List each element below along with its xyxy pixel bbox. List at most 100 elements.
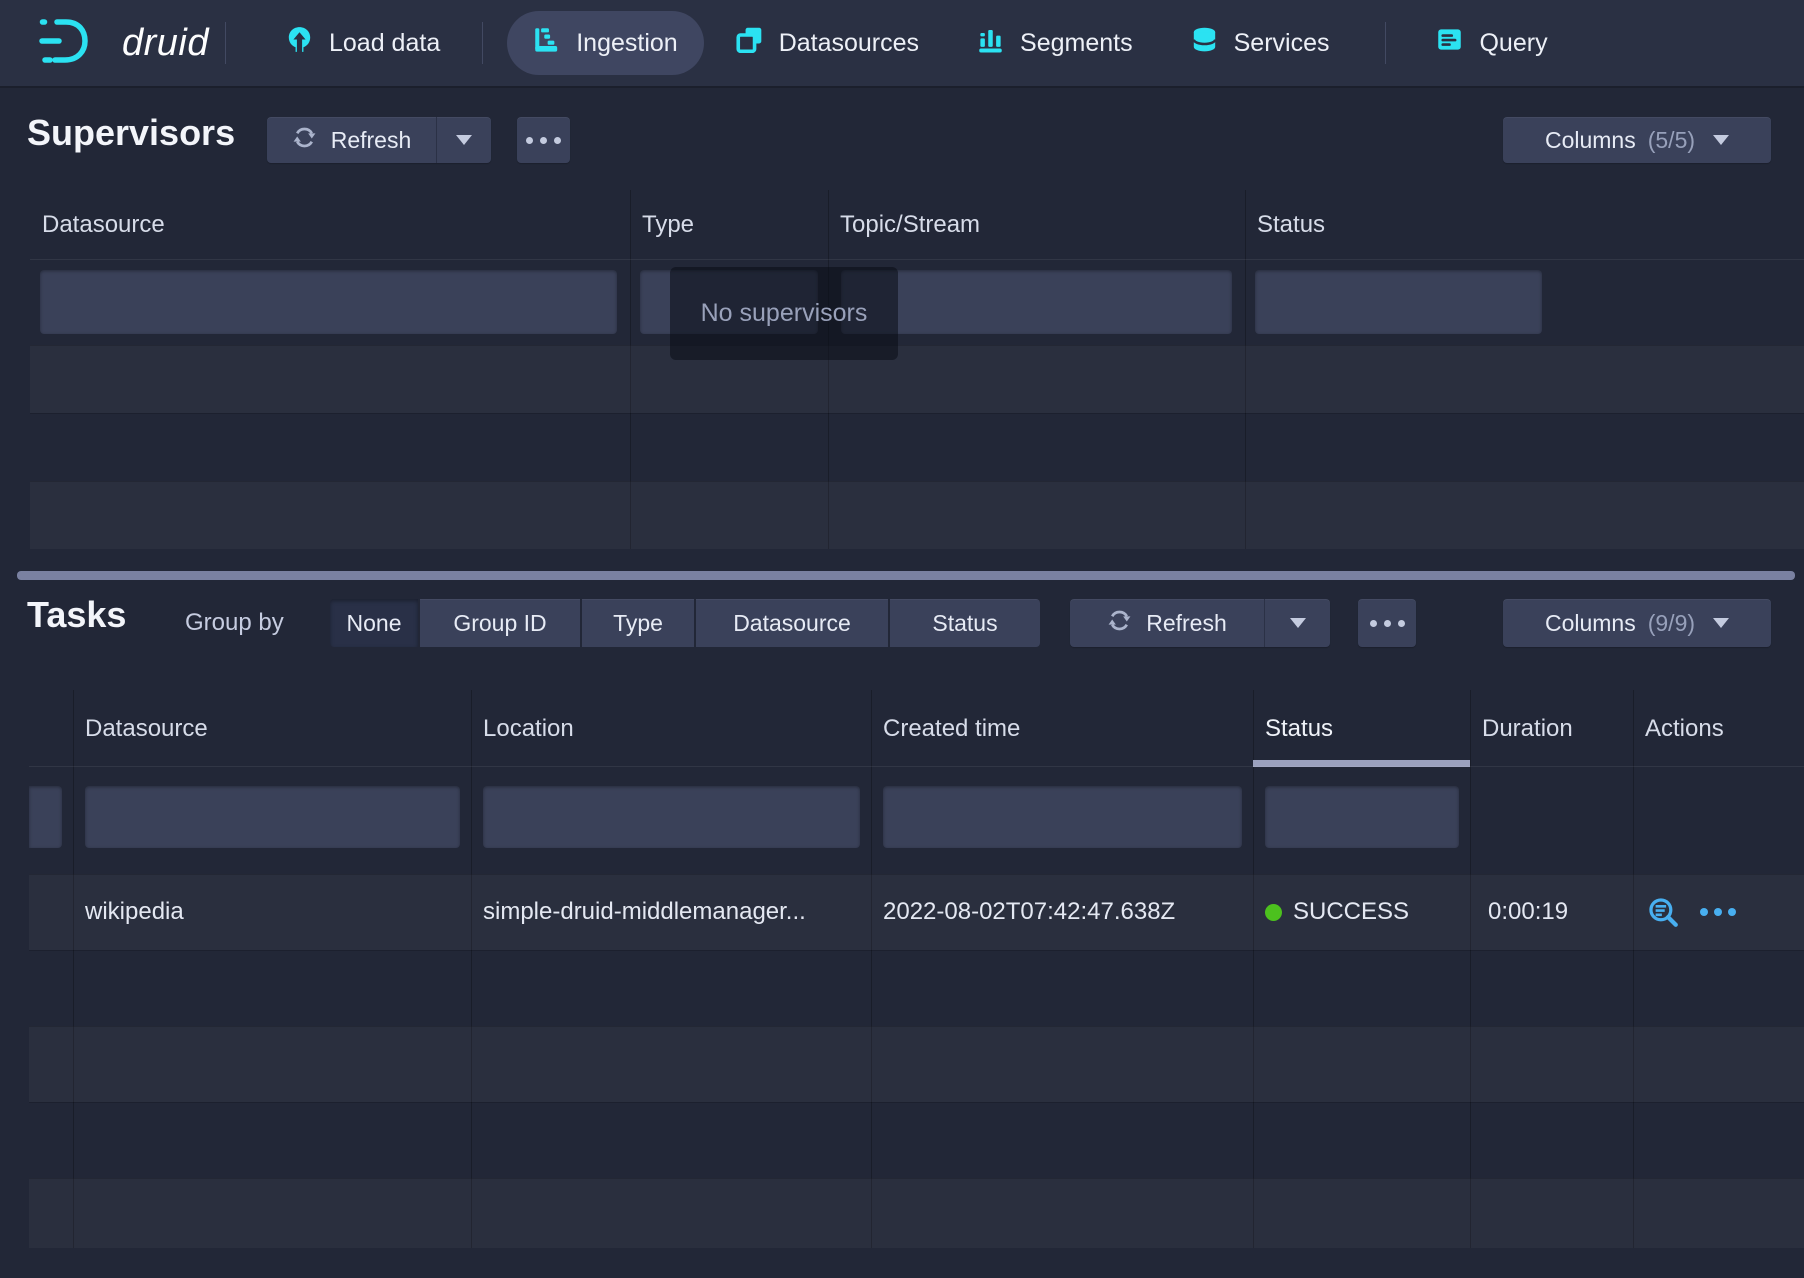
group-by-group-id-button[interactable]: Group ID [420,599,580,647]
filter-input-location[interactable] [483,786,860,848]
tasks-refresh-split: Refresh [1070,599,1330,647]
column-divider [1253,690,1254,1248]
nav-item-datasources[interactable]: Datasources [710,11,945,75]
nav-item-label: Ingestion [576,29,677,58]
druid-logo-icon [36,17,108,70]
tasks-more-button[interactable] [1358,599,1416,647]
supervisors-refresh-button[interactable]: Refresh [267,117,436,163]
filter-input-partial[interactable] [29,786,62,848]
table-row [30,345,1804,413]
header-divider [29,766,1804,767]
row-divider [29,1102,1804,1103]
nav-item-label: Datasources [779,29,919,58]
column-divider [1470,690,1471,1248]
nav-item-label: Load data [329,29,440,58]
nav-item-services[interactable]: Services [1165,11,1356,75]
refresh-label: Refresh [1146,610,1227,637]
cell-datasource[interactable]: wikipedia [85,874,184,950]
column-header-status-sorted[interactable]: Status [1265,690,1333,767]
supervisors-refresh-caret-button[interactable] [436,117,491,163]
row-divider [30,413,1804,414]
nav-item-label: Query [1479,29,1547,58]
tasks-refresh-button[interactable]: Refresh [1070,599,1264,647]
empty-message: No supervisors [701,299,868,328]
filter-input-datasource[interactable] [40,270,617,334]
refresh-icon [292,125,317,156]
tasks-columns-button[interactable]: Columns (9/9) [1503,599,1771,647]
filter-input-created-time[interactable] [883,786,1242,848]
filter-input-datasource[interactable] [85,786,460,848]
upload-icon [286,26,313,60]
column-divider [1633,690,1634,1248]
chevron-down-icon [1713,618,1729,628]
brand-name: druid [122,22,209,65]
nav-item-label: Services [1234,29,1330,58]
column-divider [871,690,872,1248]
group-by-status-button[interactable]: Status [890,599,1040,647]
database-icon [1191,26,1218,60]
druid-console: druid Load data [0,0,1804,1278]
column-header-topic-stream[interactable]: Topic/Stream [840,190,980,260]
refresh-icon [1107,608,1132,639]
cell-location[interactable]: simple-druid-middlemanager... [483,874,806,950]
table-row [29,1026,1804,1102]
group-by-type-button[interactable]: Type [582,599,694,647]
chevron-down-icon [1713,135,1729,145]
ingestion-chart-icon [533,26,560,60]
group-by-button-group: None Group ID Type Datasource Status [330,599,1040,647]
table-row [30,481,1804,549]
group-by-label: Group by [185,599,284,647]
tasks-refresh-caret-button[interactable] [1264,599,1330,647]
druid-logo[interactable]: druid [36,17,209,70]
group-by-datasource-button[interactable]: Datasource [696,599,888,647]
column-header-location[interactable]: Location [483,690,574,767]
cell-created-time[interactable]: 2022-08-02T07:42:47.638Z [883,874,1175,950]
columns-count: (9/9) [1648,610,1695,637]
nav-item-query[interactable]: Query [1410,11,1573,75]
empty-state: No supervisors [670,267,898,360]
task-details-magnifier-icon[interactable] [1646,895,1680,929]
filter-input-status[interactable] [1255,270,1542,334]
refresh-label: Refresh [331,127,412,154]
supervisors-more-button[interactable] [517,117,570,163]
filter-input-topic-stream[interactable] [841,270,1232,334]
top-nav: druid Load data [0,0,1804,88]
status-text: SUCCESS [1293,898,1409,926]
nav-item-label: Segments [1020,29,1133,58]
columns-count: (5/5) [1648,127,1695,154]
column-header-actions[interactable]: Actions [1645,690,1724,767]
task-more-actions-icon[interactable] [1700,908,1736,916]
chevron-down-icon [456,135,472,145]
tasks-table: Datasource Location Created time Status … [29,690,1804,1248]
group-by-none-button[interactable]: None [330,599,418,647]
nav-item-load-data[interactable]: Load data [260,11,466,75]
horizontal-scrollbar[interactable] [17,571,1795,580]
column-header-datasource[interactable]: Datasource [42,190,165,260]
cell-actions [1646,874,1736,950]
tasks-title: Tasks [27,594,126,636]
cell-status[interactable]: SUCCESS [1265,874,1409,950]
nav-item-segments[interactable]: Segments [951,11,1159,75]
filter-input-status[interactable] [1265,786,1459,848]
bar-chart-icon [977,26,1004,60]
nav-divider [225,22,226,64]
cell-duration[interactable]: 0:00:19 [1488,874,1568,950]
chevron-down-icon [1290,618,1306,628]
supervisors-table: Datasource Type Topic/Stream Status No s… [30,190,1804,549]
layers-icon [736,26,763,60]
nav-divider [1385,22,1386,64]
more-icon [1370,620,1405,627]
supervisors-columns-button[interactable]: Columns (5/5) [1503,117,1771,163]
more-icon [526,137,561,144]
column-header-created-time[interactable]: Created time [883,690,1020,767]
nav-item-ingestion[interactable]: Ingestion [507,11,703,75]
table-row [29,1178,1804,1248]
row-divider [29,950,1804,951]
column-header-datasource[interactable]: Datasource [85,690,208,767]
nav-divider [482,22,483,64]
column-header-type[interactable]: Type [642,190,694,260]
column-header-status[interactable]: Status [1257,190,1325,260]
header-divider [30,259,1804,260]
column-header-duration[interactable]: Duration [1482,690,1573,767]
columns-label: Columns [1545,610,1636,637]
